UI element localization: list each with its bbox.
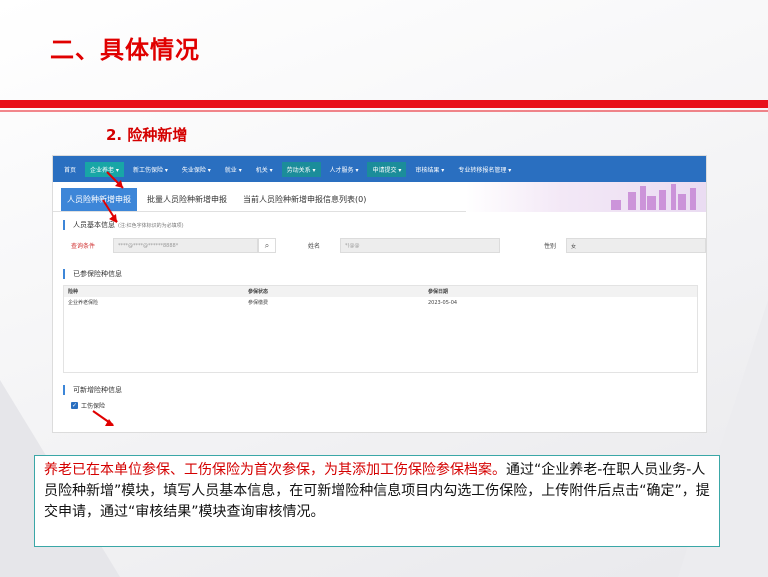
basic-info-heading: 人员基本信息 (注:红色字体标识的为必填项) — [63, 220, 706, 230]
tab-bar: 人员险种新增申报 批量人员险种新增申报 当前人员险种新增申报信息列表(0) — [53, 182, 706, 212]
query-input[interactable]: ****@****@******8888* — [113, 238, 258, 253]
insured-table: 险种 参保状态 参保日期 企业养老保险 参保缴费 2023-05-04 — [63, 285, 698, 373]
nav-item-employment[interactable]: 就业 ▾ — [220, 162, 247, 177]
table-row[interactable]: 企业养老保险 参保缴费 2023-05-04 — [64, 297, 697, 308]
nav-item-submit[interactable]: 申请提交 ▾ — [367, 161, 407, 177]
query-label: 查询条件 — [71, 243, 96, 250]
title-divider — [0, 100, 768, 108]
red-arrow-icon — [102, 199, 118, 223]
embedded-screenshot: 首页 企业养老 ▾ 新工伤保险 ▾ 失业保险 ▾ 就业 ▾ 机关 ▾ 劳动关系 … — [52, 155, 707, 433]
basic-info-row: 查询条件 ****@****@******8888* ⌕ 姓名 *(@@ 性别 … — [71, 238, 706, 253]
nav-item-agency[interactable]: 机关 ▾ — [251, 162, 278, 177]
nav-item-home[interactable]: 首页 — [59, 162, 81, 177]
tab-batch-new[interactable]: 批量人员险种新增申报 — [141, 188, 233, 211]
nav-item-review-result[interactable]: 审核结果 ▾ — [410, 162, 449, 177]
checkbox-checked-icon[interactable]: ✓ — [71, 402, 78, 409]
nav-item-transfer[interactable]: 专业转移报名管理 ▾ — [453, 162, 516, 177]
work-injury-option[interactable]: ✓ 工伤保险 — [71, 401, 706, 410]
nav-item-unemployment[interactable]: 失业保险 ▾ — [177, 162, 216, 177]
search-icon[interactable]: ⌕ — [258, 238, 276, 253]
section-title: 2. 险种新增 — [106, 126, 188, 144]
red-arrow-icon — [92, 410, 114, 426]
name-field[interactable]: *(@@ — [340, 238, 500, 253]
tab-current-list[interactable]: 当前人员险种新增申报信息列表(0) — [237, 188, 372, 211]
nav-item-work-injury[interactable]: 新工伤保险 ▾ — [128, 162, 173, 177]
top-nav: 首页 企业养老 ▾ 新工伤保险 ▾ 失业保险 ▾ 就业 ▾ 机关 ▾ 劳动关系 … — [53, 156, 706, 182]
city-banner — [466, 182, 706, 212]
nav-item-labor-relations[interactable]: 劳动关系 ▾ — [281, 161, 321, 177]
description-box: 养老已在本单位参保、工伤保险为首次参保，为其添加工伤保险参保档案。通过“企业养老… — [34, 455, 720, 547]
gender-field[interactable]: 女 — [566, 238, 706, 253]
name-label: 姓名 — [308, 243, 321, 250]
gender-label: 性别 — [544, 243, 557, 250]
description-highlight: 养老已在本单位参保、工伤保险为首次参保，为其添加工伤保险参保档案。 — [44, 462, 506, 478]
title-divider-thin — [0, 110, 768, 112]
red-arrow-icon — [106, 171, 124, 189]
nav-item-talent[interactable]: 人才服务 ▾ — [325, 162, 364, 177]
insured-heading: 已参保险种信息 — [63, 269, 706, 279]
slide-title: 二、具体情况 — [50, 36, 200, 64]
table-header: 险种 参保状态 参保日期 — [64, 286, 697, 297]
new-insurance-heading: 可新增险种信息 — [63, 385, 706, 395]
